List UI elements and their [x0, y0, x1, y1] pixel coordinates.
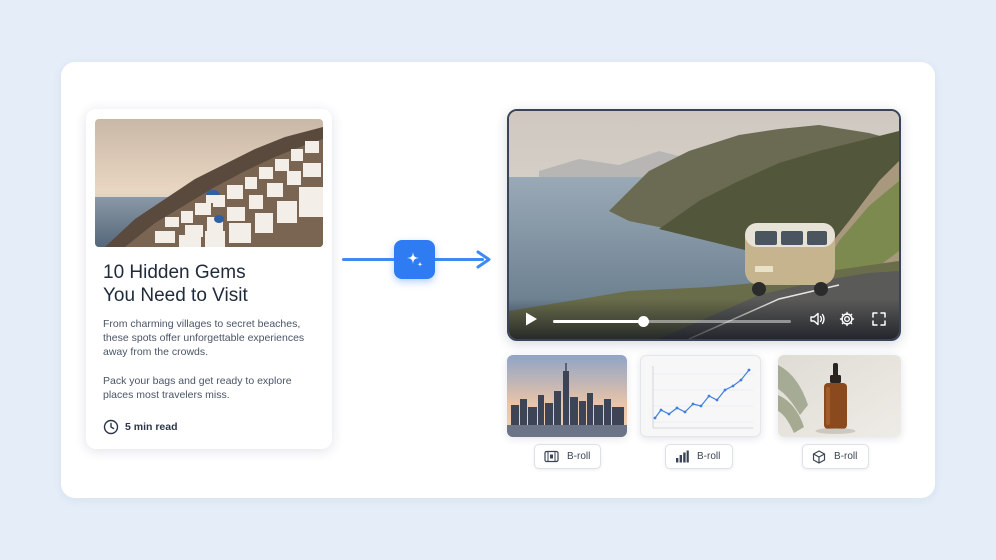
- broll-tag-2[interactable]: B-roll: [665, 444, 733, 469]
- broll-tag-3[interactable]: B-roll: [802, 444, 869, 469]
- fullscreen-icon: [872, 312, 886, 326]
- film-icon: [544, 450, 559, 463]
- progress-handle[interactable]: [638, 316, 650, 327]
- progress-fill: [553, 320, 644, 323]
- bar-chart-icon: [676, 450, 689, 463]
- broll-tag-label: B-roll: [834, 451, 858, 462]
- broll-thumbnail-product[interactable]: [778, 355, 901, 437]
- sparkle-icon: [406, 251, 423, 267]
- article-image: [95, 119, 323, 247]
- article-title: 10 Hidden Gems You Need to Visit: [103, 262, 248, 306]
- play-icon: [526, 312, 537, 326]
- cube-icon: [812, 449, 826, 464]
- arrow-right-icon: [476, 250, 491, 269]
- player-controls: [509, 299, 899, 339]
- broll-tag-label: B-roll: [567, 451, 591, 462]
- volume-button[interactable]: [809, 311, 826, 332]
- read-time: 5 min read: [103, 419, 178, 435]
- settings-button[interactable]: [839, 311, 855, 332]
- ai-convert-button[interactable]: [394, 240, 435, 279]
- article-card[interactable]: 10 Hidden Gems You Need to Visit From ch…: [86, 109, 332, 449]
- video-player[interactable]: [507, 109, 901, 341]
- fullscreen-button[interactable]: [871, 311, 887, 332]
- volume-icon: [810, 312, 825, 326]
- read-time-label: 5 min read: [125, 421, 178, 433]
- broll-tag-1[interactable]: B-roll: [534, 444, 601, 469]
- broll-thumbnail-city[interactable]: [507, 355, 627, 437]
- broll-thumbnail-chart[interactable]: [640, 355, 761, 437]
- article-paragraph-1: From charming villages to secret beaches…: [103, 318, 305, 358]
- progress-bar[interactable]: [553, 316, 791, 327]
- clock-icon: [103, 419, 119, 435]
- settings-icon: [839, 311, 855, 327]
- play-button[interactable]: [523, 311, 539, 332]
- broll-tag-label: B-roll: [697, 451, 721, 462]
- article-paragraph-2: Pack your bags and get ready to explore …: [103, 375, 292, 401]
